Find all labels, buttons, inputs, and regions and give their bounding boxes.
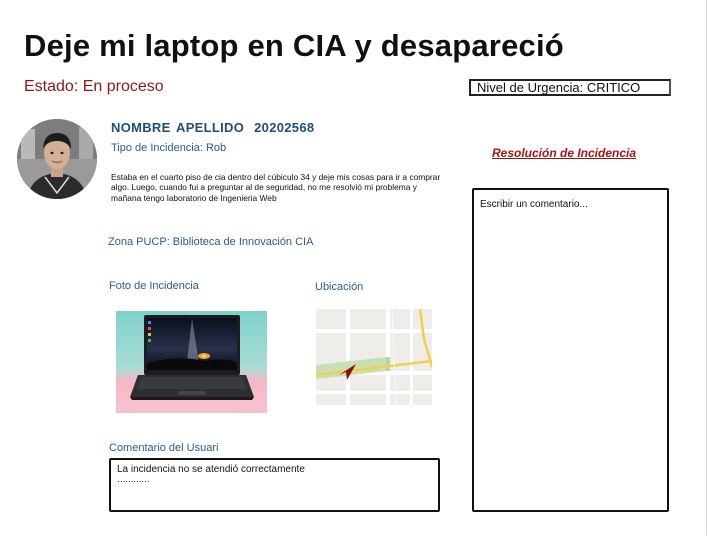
user-name: NOMBRE APELLIDO 20202568	[111, 120, 314, 135]
resolution-comment-input[interactable]: Escribir un comentario...	[472, 188, 669, 512]
status-label: Estado: En proceso	[24, 78, 164, 95]
location-map[interactable]	[316, 309, 432, 405]
incident-photo[interactable]	[116, 311, 267, 413]
avatar	[17, 119, 97, 199]
resolution-placeholder: Escribir un comentario...	[480, 199, 588, 210]
user-comment-text: La incidencia no se atendió correctament…	[117, 464, 305, 475]
user-code: 20202568	[254, 120, 315, 135]
urgency-badge: Nivel de Urgencia: CRITICO	[469, 79, 671, 96]
location-label: Ubicación	[315, 281, 364, 293]
user-comment-box[interactable]: La incidencia no se atendió correctament…	[109, 458, 440, 512]
incident-zone: Zona PUCP: Biblioteca de Innovación CIA	[108, 236, 314, 248]
resolution-title: Resolución de Incidencia	[492, 146, 637, 160]
user-comment-label: Comentario del Usuari	[109, 442, 219, 454]
incident-description: Estaba en el cuarto piso de cia dentro d…	[111, 172, 441, 203]
photo-label: Foto de Incidencia	[109, 280, 199, 292]
page-title: Deje mi laptop en CIA y desapareció	[24, 28, 564, 63]
user-full-name: NOMBRE APELLIDO	[111, 120, 245, 135]
incident-type: Tipo de Incidencia: Rob	[111, 142, 227, 154]
location-arrow-icon	[339, 364, 356, 380]
user-comment-dots: …………	[117, 474, 150, 484]
